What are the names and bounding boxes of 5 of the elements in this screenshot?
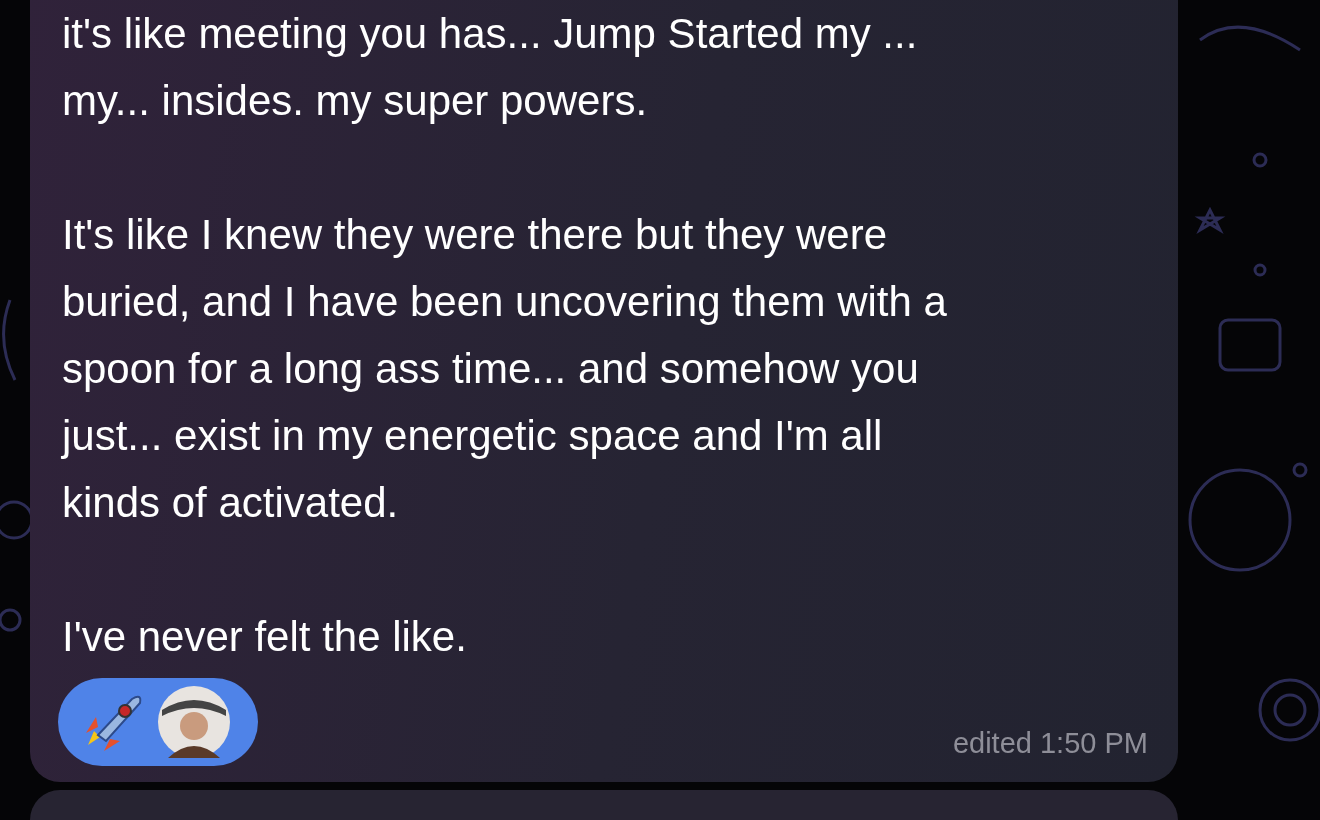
message-text: It's like I knew they were there but they were buried, and I have been uncovering them with a spoon for a long ass time... and somehow you just... exist in my energetic space and I'm all kinds of activated. [62,210,948,528]
message-text: I've never felt the like. [62,612,468,662]
message-time: edited 1:50 PM [952,727,1148,760]
message-text: it's like meeting you has... Jump Started my ... my... insides. my super powers. [62,9,919,126]
avatar [158,686,230,758]
